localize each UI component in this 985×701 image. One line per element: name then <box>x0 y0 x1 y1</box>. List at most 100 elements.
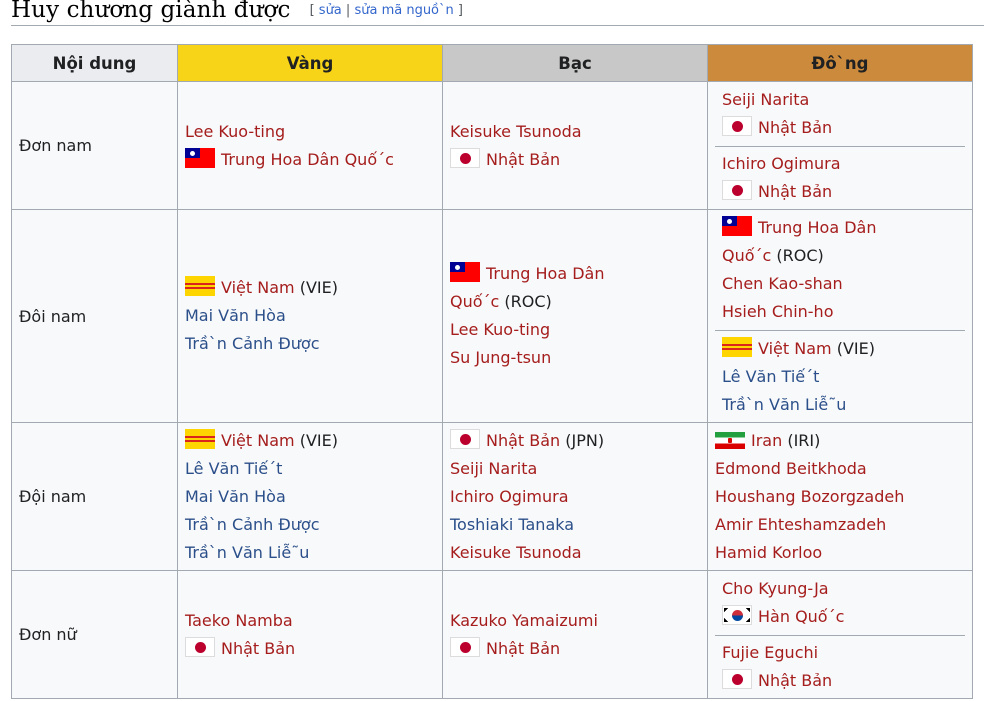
player-link[interactable]: Amir Ehteshamzadeh <box>715 515 886 534</box>
country-code: (VIE) <box>836 338 875 358</box>
player-link[interactable]: Lee Kuo-ting <box>450 320 550 339</box>
player-link[interactable]: Trầ`n Cảnh Được <box>185 334 320 353</box>
edit-section-links: [ sửa | sửa mã nguồ`n ] <box>310 3 463 18</box>
table-row: Đơn nữ Taeko Namba Nhật Bản Kazuko Yamai… <box>11 570 973 699</box>
section-title: Huy chương giành được <box>11 0 291 23</box>
country-link[interactable]: Iran <box>751 431 782 450</box>
gold-cell: Việt Nam (VIE) Lê Văn Tiế´t Mai Văn Hòa … <box>177 422 443 571</box>
header-row: Nội dung Vàng Bạc Đô`ng <box>11 44 973 82</box>
silver-cell: Trung Hoa Dân Quố´c (ROC) Lee Kuo-ting S… <box>442 209 708 423</box>
edit-link[interactable]: sửa <box>319 3 342 18</box>
edit-bracket-open: [ <box>309 3 315 18</box>
flag-japan-icon <box>185 636 215 657</box>
country-link[interactable]: Việt Nam <box>221 278 295 297</box>
section-heading: Huy chương giành được [ sửa | sửa mã ngu… <box>11 0 984 26</box>
player-link[interactable]: Chen Kao-shan <box>722 274 843 293</box>
bronze-cell: Cho Kyung-Ja Hàn Quố´c Fujie Eguchi Nhật… <box>707 570 973 699</box>
player-link[interactable]: Cho Kyung-Ja <box>722 579 829 598</box>
flag-iran-icon <box>715 431 745 449</box>
bronze-entry: Seiji Narita Nhật Bản <box>715 82 965 146</box>
country-link[interactable]: Nhật Bản <box>486 639 560 658</box>
event-cell: Đôi nam <box>11 209 178 423</box>
country-link[interactable]: Hàn Quố´c <box>758 607 844 626</box>
gold-cell: Lee Kuo-ting Trung Hoa Dân Quố´c <box>177 81 443 210</box>
country-code: (VIE) <box>299 430 338 450</box>
gold-cell: Taeko Namba Nhật Bản <box>177 570 443 699</box>
player-link[interactable]: Seiji Narita <box>722 90 809 109</box>
country-link[interactable]: Việt Nam <box>221 431 295 450</box>
player-link[interactable]: Hsieh Chin-ho <box>722 302 833 321</box>
bronze-entry: Việt Nam (VIE) Lê Văn Tiế´t Trầ`n Văn Li… <box>715 330 965 422</box>
player-link[interactable]: Taeko Namba <box>185 611 293 630</box>
country-link[interactable]: Việt Nam <box>758 339 832 358</box>
player-link[interactable]: Mai Văn Hòa <box>185 306 286 325</box>
player-link[interactable]: Lê Văn Tiế´t <box>722 367 819 386</box>
flag-japan-icon <box>722 116 752 136</box>
player-link[interactable]: Seiji Narita <box>450 459 537 478</box>
country-link[interactable]: Nhật Bản <box>758 182 832 201</box>
bronze-entry: Ichiro Ogimura Nhật Bản <box>715 146 965 209</box>
player-link[interactable]: Lê Văn Tiế´t <box>185 459 282 478</box>
player-link[interactable]: Hamid Korloo <box>715 543 822 562</box>
player-link[interactable]: Mai Văn Hòa <box>185 487 286 506</box>
country-code: (JPN) <box>565 430 605 450</box>
event-cell: Đơn nam <box>11 81 178 210</box>
player-link[interactable]: Ichiro Ogimura <box>722 154 841 173</box>
header-silver: Bạc <box>442 44 708 82</box>
flag-south-vietnam-icon <box>185 276 215 296</box>
country-link[interactable]: Quố´c <box>722 246 771 265</box>
country-link[interactable]: Trung Hoa Dân <box>486 264 605 283</box>
header-event: Nội dung <box>11 44 178 82</box>
event-cell: Đơn nữ <box>11 570 178 699</box>
player-link[interactable]: Trầ`n Văn Liễ˜u <box>722 395 846 414</box>
player-link[interactable]: Toshiaki Tanaka <box>450 515 574 534</box>
bronze-cell: Iran (IRI) Edmond Beitkhoda Houshang Boz… <box>707 422 973 571</box>
flag-japan-icon <box>450 147 480 168</box>
flag-japan-icon <box>450 636 480 657</box>
table-row: Đội nam Việt Nam (VIE) Lê Văn Tiế´t Mai … <box>11 422 973 571</box>
country-link[interactable]: Nhật Bản <box>486 150 560 169</box>
country-link[interactable]: Nhật Bản <box>758 118 832 137</box>
flag-south-vietnam-icon <box>185 428 215 449</box>
bronze-entry: Trung Hoa Dân Quố´c (ROC) Chen Kao-shan … <box>715 210 965 330</box>
gold-cell: Việt Nam (VIE) Mai Văn Hòa Trầ`n Cảnh Đư… <box>177 209 443 423</box>
player-link[interactable]: Kazuko Yamaizumi <box>450 611 598 630</box>
edit-separator: | <box>345 3 351 18</box>
table-row: Đơn nam Lee Kuo-ting Trung Hoa Dân Quố´c… <box>11 81 973 210</box>
player-link[interactable]: Keisuke Tsunoda <box>450 122 582 141</box>
medal-table: Nội dung Vàng Bạc Đô`ng Đơn nam Lee Kuo-… <box>11 44 973 699</box>
player-link[interactable]: Keisuke Tsunoda <box>450 543 582 562</box>
edit-source-link[interactable]: sửa mã nguồ`n <box>354 3 453 18</box>
player-link[interactable]: Trầ`n Cảnh Được <box>185 515 320 534</box>
country-link[interactable]: Nhật Bản <box>221 639 295 658</box>
player-link[interactable]: Ichiro Ogimura <box>450 487 569 506</box>
country-code: (ROC) <box>776 246 824 265</box>
edit-bracket-close: ] <box>457 3 463 18</box>
country-link[interactable]: Nhật Bản <box>486 431 560 450</box>
country-link[interactable]: Trung Hoa Dân Quố´c <box>221 150 394 169</box>
player-link[interactable]: Houshang Bozorgzadeh <box>715 487 904 506</box>
flag-japan-icon <box>722 669 752 689</box>
country-link[interactable]: Nhật Bản <box>758 671 832 690</box>
country-code: (ROC) <box>504 292 552 311</box>
flag-taiwan-icon <box>722 216 752 236</box>
table-row: Đôi nam Việt Nam (VIE) Mai Văn Hòa Trầ`n… <box>11 209 973 423</box>
flag-taiwan-icon <box>185 147 215 168</box>
flag-south-korea-icon <box>722 605 752 625</box>
country-code: (VIE) <box>299 278 338 297</box>
player-link[interactable]: Fujie Eguchi <box>722 643 818 662</box>
flag-taiwan-icon <box>450 262 480 282</box>
bronze-cell: Seiji Narita Nhật Bản Ichiro Ogimura Nhậ… <box>707 81 973 210</box>
player-link[interactable]: Su Jung-tsun <box>450 348 551 367</box>
silver-cell: Kazuko Yamaizumi Nhật Bản <box>442 570 708 699</box>
country-code: (IRI) <box>787 430 821 450</box>
player-link[interactable]: Edmond Beitkhoda <box>715 459 867 478</box>
flag-south-vietnam-icon <box>722 336 752 357</box>
country-link[interactable]: Quố´c <box>450 292 499 311</box>
player-link[interactable]: Trầ`n Văn Liễ˜u <box>185 543 309 562</box>
header-bronze: Đô`ng <box>707 44 973 82</box>
silver-cell: Nhật Bản (JPN) Seiji Narita Ichiro Ogimu… <box>442 422 708 571</box>
player-link[interactable]: Lee Kuo-ting <box>185 122 285 141</box>
country-link[interactable]: Trung Hoa Dân <box>758 218 877 237</box>
silver-cell: Keisuke Tsunoda Nhật Bản <box>442 81 708 210</box>
